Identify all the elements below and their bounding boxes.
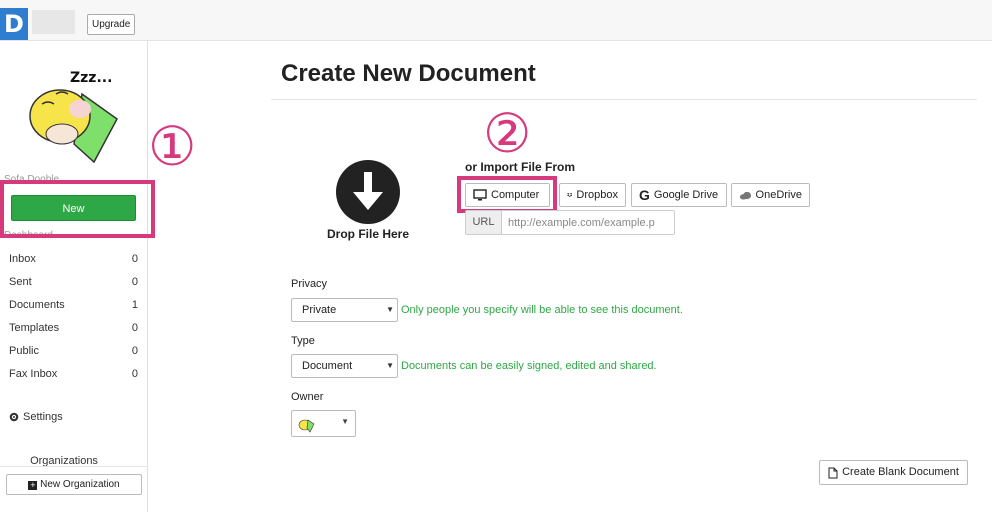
- dropbox-icon: [567, 192, 573, 198]
- document-icon: [828, 467, 838, 478]
- privacy-value: Private: [302, 304, 337, 316]
- sidebar-item-label: Fax Inbox: [9, 368, 58, 380]
- title-divider: [271, 99, 977, 100]
- sidebar-item-label: Templates: [9, 322, 60, 334]
- sidebar-item-count: 0: [131, 345, 138, 357]
- caret-down-icon: ▼: [386, 305, 394, 314]
- import-dropbox-button[interactable]: Dropbox: [559, 183, 626, 207]
- sidebar-item-label: Public: [9, 345, 39, 357]
- sidebar-item-templates[interactable]: Templates 0: [0, 322, 148, 345]
- cloud-icon: [739, 191, 752, 200]
- drop-file-label: Drop File Here: [327, 227, 410, 241]
- url-input[interactable]: [502, 211, 674, 234]
- import-button-label: Dropbox: [576, 189, 618, 201]
- sidebar-item-count: 0: [131, 322, 138, 334]
- sidebar-item-count: 1: [131, 299, 138, 311]
- owner-label: Owner: [291, 391, 324, 403]
- sidebar-item-documents[interactable]: Documents 1: [0, 299, 148, 322]
- sleeping-character-illustration: Zzz...: [29, 70, 118, 164]
- import-google-drive-button[interactable]: G Google Drive: [631, 183, 727, 207]
- sidebar-item-sent[interactable]: Sent 0: [0, 276, 148, 299]
- import-button-label: OneDrive: [755, 189, 802, 201]
- caret-down-icon: ▼: [341, 417, 349, 426]
- import-button-label: Google Drive: [653, 189, 719, 201]
- settings-label: Settings: [23, 411, 63, 423]
- caret-down-icon: ▼: [386, 361, 394, 370]
- sidebar: Zzz... Sofa Dooble New Dashboard Inbox 0…: [0, 41, 148, 512]
- illustration-zzz-text: Zzz...: [70, 70, 112, 86]
- import-onedrive-button[interactable]: OneDrive: [731, 183, 810, 207]
- new-organization-button[interactable]: + New Organization: [6, 474, 142, 495]
- sidebar-settings-link[interactable]: Settings: [9, 411, 63, 423]
- sidebar-item-count: 0: [131, 276, 138, 288]
- google-icon: G: [639, 187, 650, 203]
- sidebar-item-count: 0: [131, 253, 138, 265]
- plus-square-icon: +: [28, 480, 38, 490]
- create-blank-document-button[interactable]: Create Blank Document: [819, 460, 968, 485]
- sidebar-item-label: Inbox: [9, 253, 36, 265]
- sidebar-item-public[interactable]: Public 0: [0, 345, 148, 368]
- type-select[interactable]: Document ▼: [291, 354, 398, 378]
- privacy-label: Privacy: [291, 278, 328, 290]
- url-addon-label: URL: [466, 211, 502, 234]
- new-organization-label: New Organization: [40, 479, 120, 490]
- gear-icon: [9, 412, 19, 422]
- annotation-box-new-button: [0, 180, 155, 238]
- create-blank-document-label: Create Blank Document: [842, 466, 959, 478]
- sidebar-item-inbox[interactable]: Inbox 0: [0, 253, 148, 276]
- owner-select[interactable]: ▼: [291, 410, 356, 437]
- upgrade-button[interactable]: Upgrade: [87, 14, 136, 35]
- annotation-number-two: ②: [483, 102, 532, 165]
- type-value: Document: [302, 360, 353, 372]
- page-title: Create New Document: [281, 60, 536, 87]
- sidebar-folder-list: Inbox 0 Sent 0 Documents 1 Templates 0 P…: [0, 253, 148, 391]
- privacy-select[interactable]: Private ▼: [291, 298, 398, 322]
- annotation-box-computer-button: [457, 176, 557, 213]
- annotation-number-one: ①: [148, 115, 197, 178]
- url-import-group: URL: [465, 210, 675, 235]
- account-avatar-placeholder[interactable]: [32, 10, 75, 34]
- sidebar-item-fax-inbox[interactable]: Fax Inbox 0: [0, 368, 148, 391]
- drop-zone-circle[interactable]: [336, 160, 400, 224]
- download-arrow-icon: [353, 172, 383, 210]
- top-bar: D Upgrade: [0, 0, 992, 41]
- type-help-text: Documents can be easily signed, edited a…: [401, 360, 657, 372]
- type-label: Type: [291, 335, 315, 347]
- sidebar-divider: [0, 466, 148, 467]
- sidebar-item-label: Sent: [9, 276, 32, 288]
- sidebar-item-label: Documents: [9, 299, 65, 311]
- privacy-help-text: Only people you specify will be able to …: [401, 304, 683, 316]
- owner-avatar: [298, 419, 315, 433]
- sidebar-item-count: 0: [131, 368, 138, 380]
- app-logo[interactable]: D: [0, 8, 28, 40]
